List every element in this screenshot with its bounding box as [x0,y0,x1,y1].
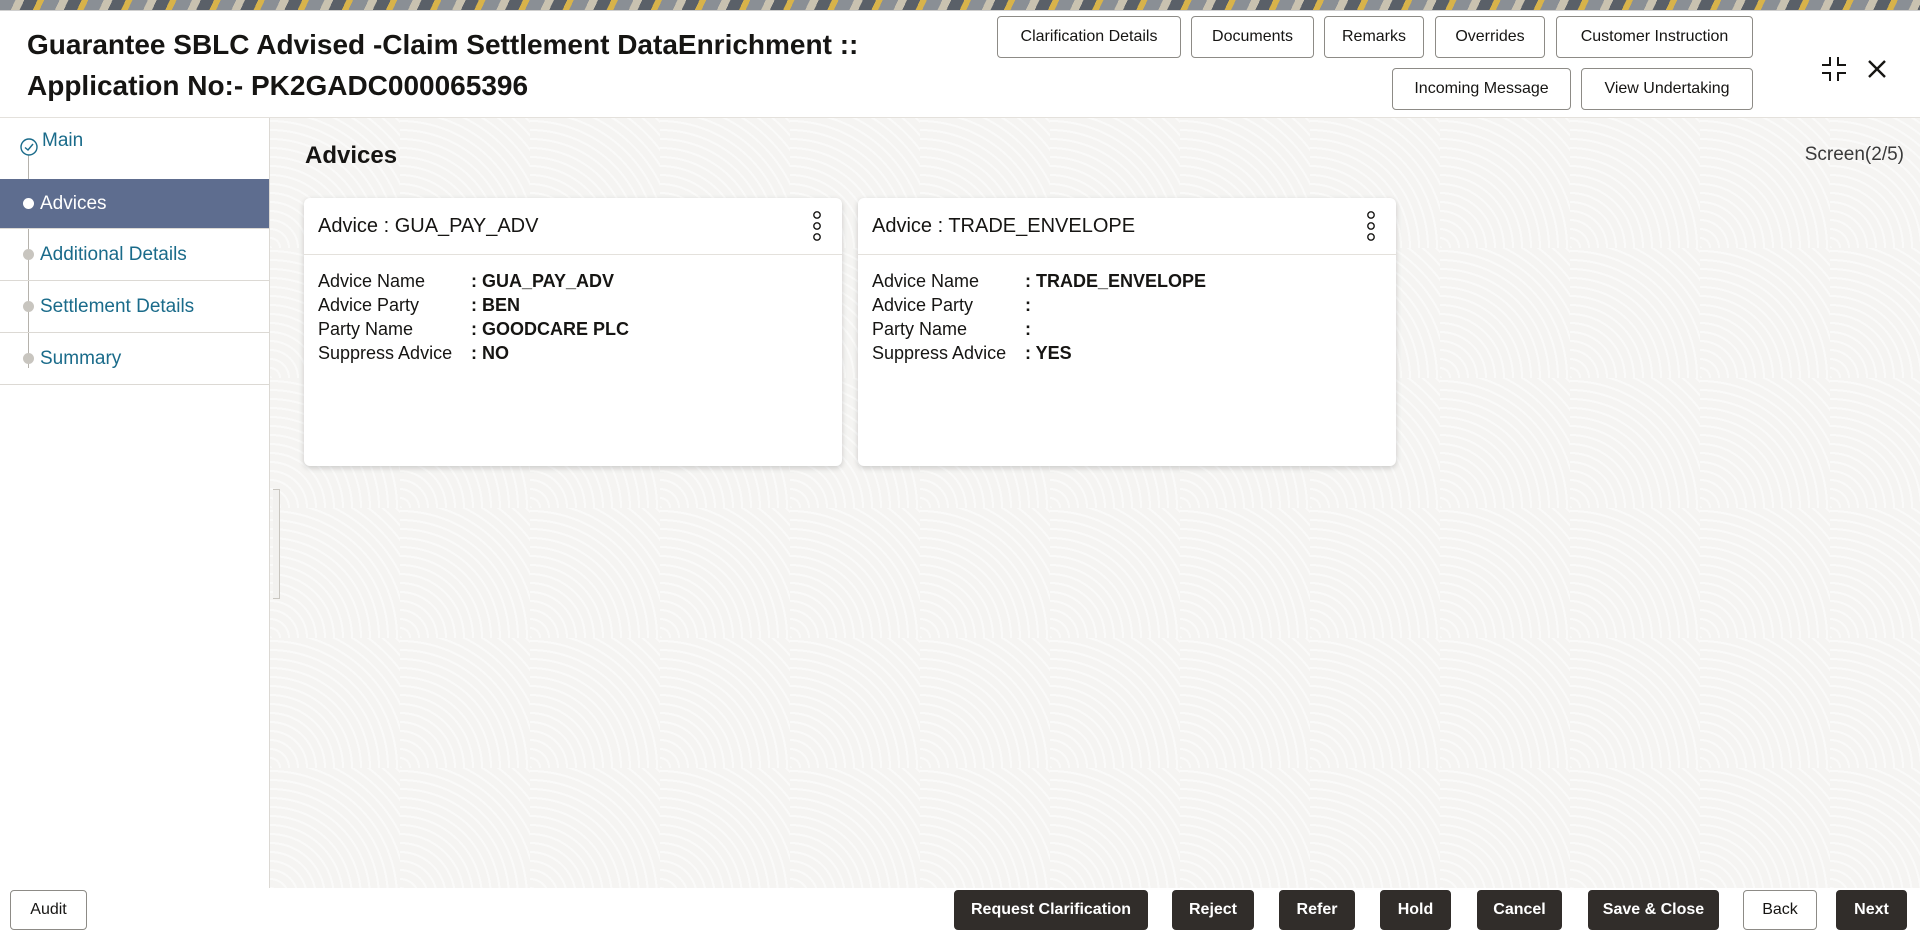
field-label: Party Name [872,319,968,339]
advice-card: Advice : TRADE_ENVELOPE Advice Name : TRA… [858,198,1396,466]
clarification-details-button[interactable]: Clarification Details [997,16,1181,58]
field-label: Advice Party [872,295,974,315]
advice-card: Advice : GUA_PAY_ADV Advice Name : GUA_PA… [304,198,842,466]
sidebar-item-label: Summary [40,347,122,369]
field-label: Advice Name [318,271,426,291]
sidebar-item-label: Additional Details [40,243,187,265]
field-label: Suppress Advice [318,343,453,363]
sidebar-item-label: Settlement Details [40,295,195,317]
step-dot-icon [23,353,34,364]
check-circle-icon [20,138,38,162]
customer-instruction-button[interactable]: Customer Instruction [1556,16,1753,58]
request-clarification-button[interactable]: Request Clarification [954,890,1148,930]
field-label: Advice Name [872,271,980,291]
field-value: : GOODCARE PLC [471,319,630,339]
step-dot-icon [23,198,34,209]
documents-button[interactable]: Documents [1191,16,1314,58]
advice-card-body: Advice Name : TRADE_ENVELOPE Advice Party… [858,255,1396,379]
step-dot-icon [23,249,34,260]
refer-button[interactable]: Refer [1279,890,1355,930]
advice-row: Advice Name : GUA_PAY_ADV [318,269,828,293]
field-value: : [1025,295,1031,315]
sidebar-item-summary[interactable]: Summary [0,333,269,385]
advice-row: Party Name: [872,317,1382,341]
field-value: : [1025,319,1031,339]
advice-row: Party Name : GOODCARE PLC [318,317,828,341]
more-options-icon[interactable] [810,210,824,242]
page-title-line1: Guarantee SBLC Advised -Claim Settlement… [27,29,859,60]
action-footer: Audit Request Clarification Reject Refer… [0,888,1920,933]
reject-button[interactable]: Reject [1172,890,1254,930]
audit-button[interactable]: Audit [10,890,87,930]
advice-card-title: Advice : TRADE_ENVELOPE [872,214,1136,237]
remarks-button[interactable]: Remarks [1324,16,1424,58]
advice-row: Advice Party : BEN [318,293,828,317]
top-decorative-strip [0,0,1920,10]
step-dot-icon [23,301,34,312]
view-undertaking-button[interactable]: View Undertaking [1581,68,1753,110]
advice-row: Suppress Advice : YES [872,341,1382,365]
save-and-close-button[interactable]: Save & Close [1588,890,1719,930]
wizard-sidebar: Main Advices Additional Details Settleme… [0,118,270,888]
field-value: : YES [1025,343,1072,363]
sidebar-item-settlement-details[interactable]: Settlement Details [0,281,269,333]
advice-card-header: Advice : GUA_PAY_ADV [304,198,842,255]
page-header: Guarantee SBLC Advised -Claim Settlement… [0,11,1920,118]
sidebar-resize-handle[interactable] [273,489,280,599]
sidebar-item-label: Advices [40,192,107,214]
field-label: Party Name [318,319,414,339]
field-value: : TRADE_ENVELOPE [1025,271,1207,291]
field-value: : NO [471,343,509,363]
main-content: Advices Screen(2/5) Advice : GUA_PAY_ADV… [270,118,1920,888]
advice-card-header: Advice : TRADE_ENVELOPE [858,198,1396,255]
sidebar-item-label: Main [42,130,84,151]
sidebar-item-main[interactable]: Main [0,118,269,168]
collapse-icon[interactable] [1817,52,1851,86]
sidebar-item-advices[interactable]: Advices [0,179,269,229]
hold-button[interactable]: Hold [1380,890,1451,930]
incoming-message-button[interactable]: Incoming Message [1392,68,1571,110]
advice-card-body: Advice Name : GUA_PAY_ADV Advice Party : B… [304,255,842,379]
back-button[interactable]: Back [1743,890,1817,930]
field-value: : GUA_PAY_ADV [471,271,615,291]
cancel-button[interactable]: Cancel [1477,890,1562,930]
screen-indicator: Screen(2/5) [1804,144,1904,165]
more-options-icon[interactable] [1364,210,1378,242]
field-label: Advice Party [318,295,420,315]
next-button[interactable]: Next [1836,890,1907,930]
field-value: : BEN [471,295,520,315]
close-icon[interactable] [1860,52,1894,86]
sidebar-item-additional-details[interactable]: Additional Details [0,229,269,281]
field-label: Suppress Advice [872,343,1007,363]
application-window: Guarantee SBLC Advised -Claim Settlement… [0,10,1920,933]
advice-card-title: Advice : GUA_PAY_ADV [318,214,539,237]
advice-row: Suppress Advice : NO [318,341,828,365]
section-title: Advices [305,142,398,169]
overrides-button[interactable]: Overrides [1435,16,1545,58]
advice-row: Advice Name : TRADE_ENVELOPE [872,269,1382,293]
page-title-application-no: Application No:- PK2GADC000065396 [27,70,529,101]
advice-row: Advice Party: [872,293,1382,317]
